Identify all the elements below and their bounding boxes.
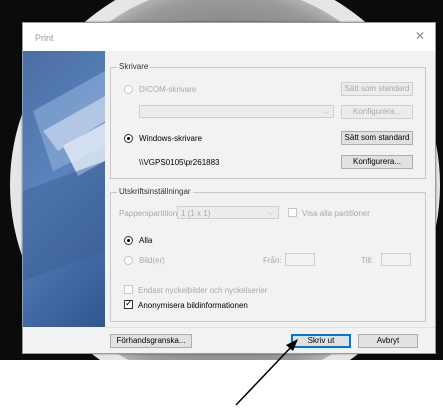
arrow-head-icon (286, 339, 298, 351)
pointer-arrow (235, 339, 298, 406)
arrow-shaft (235, 343, 295, 406)
